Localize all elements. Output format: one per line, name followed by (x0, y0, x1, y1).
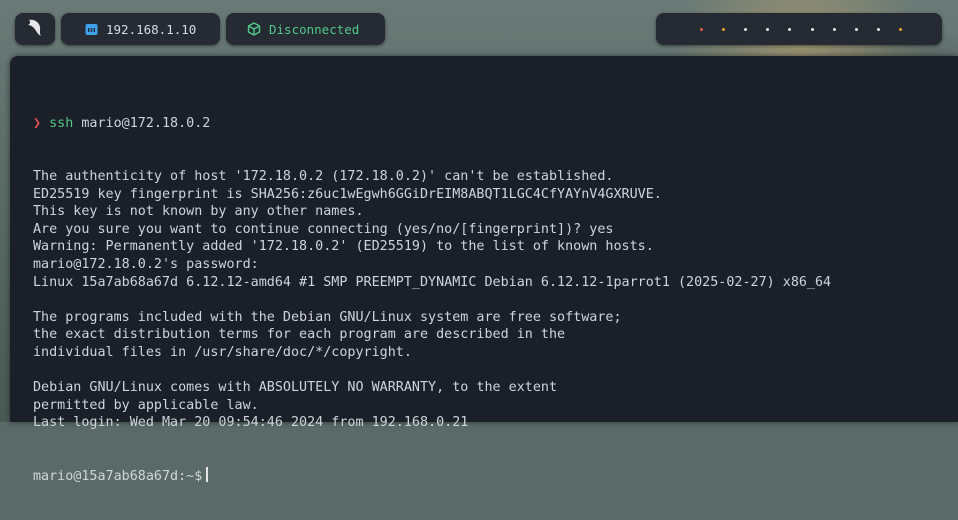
workspace-4-dot[interactable] (766, 27, 770, 31)
workspace-6-dot[interactable] (810, 27, 814, 31)
text-cursor (206, 467, 209, 483)
ethernet-icon (85, 23, 98, 36)
workspace-10-dot[interactable] (898, 27, 902, 31)
prompt-arrow: ❯ (33, 116, 42, 132)
cube-icon (247, 22, 261, 36)
shell-prompt-line[interactable]: mario@15a7ab68a67d:~$ (33, 467, 831, 485)
terminal-output: ❯ ssh mario@172.18.0.2 The authenticity … (33, 80, 831, 520)
output-line: Debian GNU/Linux comes with ABSOLUTELY N… (33, 380, 558, 396)
output-line: permitted by applicable law. (33, 397, 259, 413)
ip-address-label: 192.168.1.10 (106, 21, 197, 37)
output-line: mario@172.18.0.2's password: (33, 256, 259, 272)
workspace-9-dot[interactable] (876, 27, 880, 31)
parrot-icon (26, 18, 44, 41)
workspace-2-dot[interactable] (722, 27, 726, 31)
output-line: Are you sure you want to continue connec… (33, 221, 614, 237)
terminal-window[interactable]: ❯ ssh mario@172.18.0.2 The authenticity … (10, 56, 958, 484)
output-line: ED25519 key fingerprint is SHA256:z6uc1w… (33, 186, 662, 202)
workspace-3-dot[interactable] (744, 27, 748, 31)
command-line: ❯ ssh mario@172.18.0.2 (33, 115, 831, 133)
output-line: Warning: Permanently added '172.18.0.2' … (33, 239, 654, 255)
vpn-status-widget[interactable]: Disconnected (226, 13, 385, 45)
output-line: individual files in /usr/share/doc/*/cop… (33, 344, 412, 360)
output-line: Linux 15a7ab68a67d 6.12.12-amd64 #1 SMP … (33, 274, 832, 290)
command-name: ssh (49, 116, 74, 132)
command-args: mario@172.18.0.2 (73, 116, 211, 132)
vpn-status-label: Disconnected (269, 21, 360, 37)
workspace-switcher[interactable] (656, 13, 942, 45)
workspace-8-dot[interactable] (854, 27, 858, 31)
shell-prompt: mario@15a7ab68a67d:~$ (33, 469, 203, 485)
workspace-7-dot[interactable] (832, 27, 836, 31)
workspace-1-dot[interactable] (700, 27, 703, 31)
output-line: This key is not known by any other names… (33, 204, 364, 220)
output-line: The programs included with the Debian GN… (33, 309, 622, 325)
output-line: the exact distribution terms for each pr… (33, 327, 566, 343)
ip-address-widget[interactable]: 192.168.1.10 (61, 13, 220, 45)
output-line: The authenticity of host '172.18.0.2 (17… (33, 168, 614, 184)
app-menu-button[interactable] (15, 13, 55, 45)
workspace-5-dot[interactable] (788, 27, 792, 31)
output-line: Last login: Wed Mar 20 09:54:46 2024 fro… (33, 415, 469, 431)
